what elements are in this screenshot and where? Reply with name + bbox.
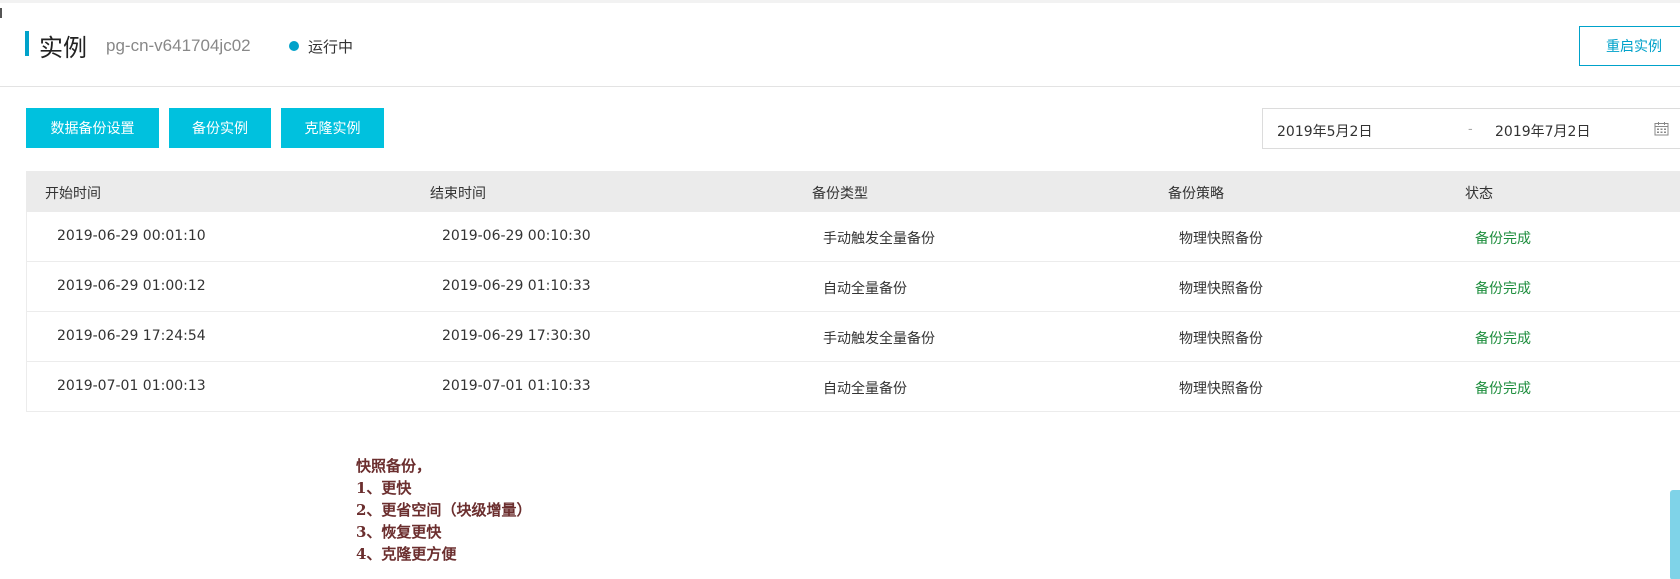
cell-end-time: 2019-06-29 00:10:30 xyxy=(442,228,591,244)
side-float-widget[interactable] xyxy=(1670,490,1680,579)
column-start-time: 开始时间 xyxy=(45,186,101,202)
note-line: 3、恢复更快 xyxy=(356,523,442,541)
cell-start-time: 2019-06-29 00:01:10 xyxy=(57,228,206,244)
cell-status: 备份完成 xyxy=(1475,331,1531,347)
date-separator: - xyxy=(1468,120,1473,136)
title-accent-bar xyxy=(25,31,29,56)
date-start[interactable]: 2019年5月2日 xyxy=(1277,121,1372,141)
column-status: 状态 xyxy=(1465,186,1493,202)
cell-status: 备份完成 xyxy=(1475,231,1531,247)
cell-backup-type: 手动触发全量备份 xyxy=(823,231,935,247)
cell-status: 备份完成 xyxy=(1475,381,1531,397)
instance-id: pg-cn-v641704jc02 xyxy=(106,36,251,55)
calendar-icon[interactable] xyxy=(1654,121,1669,136)
snapshot-notes: 快照备份， 1、更快 2、更省空间（块级增量） 3、恢复更快 4、克隆更方便 xyxy=(356,455,531,565)
cell-backup-policy: 物理快照备份 xyxy=(1179,231,1263,247)
instance-status: 运行中 xyxy=(308,38,354,56)
table-row: 2019-06-29 01:00:12 2019-06-29 01:10:33 … xyxy=(26,262,1680,312)
cell-backup-type: 自动全量备份 xyxy=(823,381,907,397)
cell-backup-policy: 物理快照备份 xyxy=(1179,331,1263,347)
cell-backup-type: 手动触发全量备份 xyxy=(823,331,935,347)
page-title: 实例 xyxy=(39,34,87,62)
table-row: 2019-06-29 00:01:10 2019-06-29 00:10:30 … xyxy=(26,212,1680,262)
backup-instance-button[interactable]: 备份实例 xyxy=(169,108,271,148)
backup-table: 开始时间 结束时间 备份类型 备份策略 状态 2019-06-29 00:01:… xyxy=(26,171,1680,412)
cell-end-time: 2019-07-01 01:10:33 xyxy=(442,378,591,394)
cell-backup-policy: 物理快照备份 xyxy=(1179,281,1263,297)
table-header: 开始时间 结束时间 备份类型 备份策略 状态 xyxy=(26,171,1680,212)
cell-backup-type: 自动全量备份 xyxy=(823,281,907,297)
table-row: 2019-06-29 17:24:54 2019-06-29 17:30:30 … xyxy=(26,312,1680,362)
page-header: 实例 pg-cn-v641704jc02 运行中 重启实例 xyxy=(0,3,1680,87)
status-dot-icon xyxy=(289,41,299,51)
column-end-time: 结束时间 xyxy=(430,186,486,202)
cell-backup-policy: 物理快照备份 xyxy=(1179,381,1263,397)
backup-settings-button[interactable]: 数据备份设置 xyxy=(26,108,159,148)
date-end[interactable]: 2019年7月2日 xyxy=(1495,121,1590,141)
note-line: 快照备份， xyxy=(356,457,432,475)
cell-status: 备份完成 xyxy=(1475,281,1531,297)
clone-instance-button[interactable]: 克隆实例 xyxy=(281,108,384,148)
cell-start-time: 2019-07-01 01:00:13 xyxy=(57,378,206,394)
date-range-picker[interactable]: 2019年5月2日 - 2019年7月2日 xyxy=(1262,108,1680,149)
note-line: 1、更快 xyxy=(356,479,412,497)
restart-instance-button[interactable]: 重启实例 xyxy=(1579,26,1680,66)
column-backup-policy: 备份策略 xyxy=(1168,186,1224,202)
table-row: 2019-07-01 01:00:13 2019-07-01 01:10:33 … xyxy=(26,362,1680,412)
cell-end-time: 2019-06-29 01:10:33 xyxy=(442,278,591,294)
cell-end-time: 2019-06-29 17:30:30 xyxy=(442,328,591,344)
column-backup-type: 备份类型 xyxy=(812,186,868,202)
note-line: 2、更省空间（块级增量） xyxy=(356,501,532,519)
note-line: 4、克隆更方便 xyxy=(356,545,457,563)
cell-start-time: 2019-06-29 17:24:54 xyxy=(57,328,206,344)
cell-start-time: 2019-06-29 01:00:12 xyxy=(57,278,206,294)
